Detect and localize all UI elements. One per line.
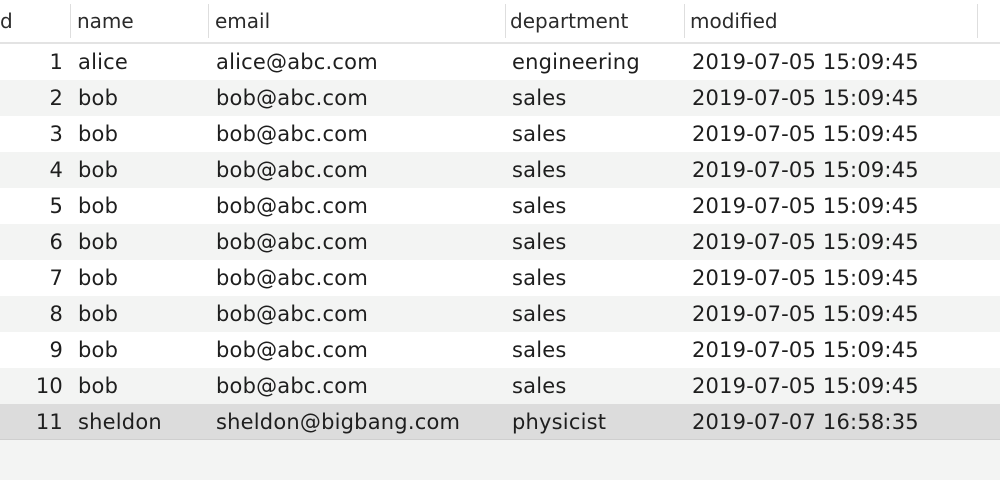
column-resize-handle[interactable] xyxy=(208,4,209,38)
cell-email[interactable]: bob@abc.com xyxy=(216,116,501,152)
column-resize-handle[interactable] xyxy=(977,4,978,38)
cell-modified[interactable]: 2019-07-05 15:09:45 xyxy=(692,332,982,368)
cell-name[interactable]: bob xyxy=(78,368,203,404)
cell-department[interactable]: sales xyxy=(512,188,677,224)
cell-department[interactable]: sales xyxy=(512,332,677,368)
cell-modified[interactable]: 2019-07-05 15:09:45 xyxy=(692,188,982,224)
cell-id[interactable]: 4 xyxy=(0,152,63,188)
cell-department[interactable]: engineering xyxy=(512,44,677,80)
cell-name[interactable]: alice xyxy=(78,44,203,80)
column-header-name[interactable]: name xyxy=(77,0,205,42)
cell-email[interactable]: bob@abc.com xyxy=(216,224,501,260)
table-row[interactable]: 8 bob bob@abc.com sales 2019-07-05 15:09:45 xyxy=(0,296,1000,332)
cell-name[interactable]: bob xyxy=(78,260,203,296)
table-row[interactable]: 3 bob bob@abc.com sales 2019-07-05 15:09:45 xyxy=(0,116,1000,152)
table-row[interactable]: 5 bob bob@abc.com sales 2019-07-05 15:09:45 xyxy=(0,188,1000,224)
grid-header: d name email department modified xyxy=(0,0,1000,44)
cell-modified[interactable]: 2019-07-05 15:09:45 xyxy=(692,152,982,188)
cell-modified[interactable]: 2019-07-05 15:09:45 xyxy=(692,116,982,152)
cell-department[interactable]: sales xyxy=(512,116,677,152)
cell-email[interactable]: bob@abc.com xyxy=(216,332,501,368)
column-resize-handle[interactable] xyxy=(505,4,506,38)
cell-department[interactable]: sales xyxy=(512,296,677,332)
cell-modified[interactable]: 2019-07-05 15:09:45 xyxy=(692,224,982,260)
empty-area xyxy=(0,440,1000,480)
cell-email[interactable]: bob@abc.com xyxy=(216,368,501,404)
cell-department[interactable]: physicist xyxy=(512,404,677,440)
table-row[interactable]: 10 bob bob@abc.com sales 2019-07-05 15:09:45 xyxy=(0,368,1000,404)
cell-name[interactable]: sheldon xyxy=(78,404,203,440)
table-row[interactable]: 7 bob bob@abc.com sales 2019-07-05 15:09:45 xyxy=(0,260,1000,296)
cell-id[interactable]: 10 xyxy=(0,368,63,404)
column-header-department[interactable]: department xyxy=(510,0,680,42)
cell-email[interactable]: bob@abc.com xyxy=(216,152,501,188)
cell-department[interactable]: sales xyxy=(512,80,677,116)
cell-name[interactable]: bob xyxy=(78,188,203,224)
cell-email[interactable]: bob@abc.com xyxy=(216,80,501,116)
table-row[interactable]: 1 alice alice@abc.com engineering 2019-07-05… xyxy=(0,44,1000,80)
column-header-modified[interactable]: modified xyxy=(690,0,974,42)
table-row[interactable]: 6 bob bob@abc.com sales 2019-07-05 15:09:45 xyxy=(0,224,1000,260)
cell-modified[interactable]: 2019-07-05 15:09:45 xyxy=(692,296,982,332)
cell-name[interactable]: bob xyxy=(78,332,203,368)
cell-modified[interactable]: 2019-07-05 15:09:45 xyxy=(692,260,982,296)
grid-body: 1 alice alice@abc.com engineering 2019-07-05… xyxy=(0,44,1000,440)
cell-name[interactable]: bob xyxy=(78,80,203,116)
cell-id[interactable]: 6 xyxy=(0,224,63,260)
cell-name[interactable]: bob xyxy=(78,152,203,188)
cell-department[interactable]: sales xyxy=(512,152,677,188)
cell-name[interactable]: bob xyxy=(78,116,203,152)
column-resize-handle[interactable] xyxy=(70,4,71,38)
cell-id[interactable]: 2 xyxy=(0,80,63,116)
table-row[interactable]: 9 bob bob@abc.com sales 2019-07-05 15:09:45 xyxy=(0,332,1000,368)
cell-id[interactable]: 3 xyxy=(0,116,63,152)
table-row[interactable]: 2 bob bob@abc.com sales 2019-07-05 15:09:45 xyxy=(0,80,1000,116)
cell-email[interactable]: bob@abc.com xyxy=(216,296,501,332)
cell-id[interactable]: 9 xyxy=(0,332,63,368)
cell-id[interactable]: 11 xyxy=(0,404,63,440)
column-resize-handle[interactable] xyxy=(684,4,685,38)
cell-modified[interactable]: 2019-07-07 16:58:35 xyxy=(692,404,982,440)
cell-department[interactable]: sales xyxy=(512,224,677,260)
cell-id[interactable]: 7 xyxy=(0,260,63,296)
results-grid: d name email department modified 1 alice a… xyxy=(0,0,1000,480)
cell-email[interactable]: bob@abc.com xyxy=(216,260,501,296)
cell-modified[interactable]: 2019-07-05 15:09:45 xyxy=(692,368,982,404)
cell-name[interactable]: bob xyxy=(78,296,203,332)
cell-id[interactable]: 5 xyxy=(0,188,63,224)
cell-id[interactable]: 1 xyxy=(0,44,63,80)
cell-name[interactable]: bob xyxy=(78,224,203,260)
cell-modified[interactable]: 2019-07-05 15:09:45 xyxy=(692,44,982,80)
cell-email[interactable]: alice@abc.com xyxy=(216,44,501,80)
cell-department[interactable]: sales xyxy=(512,368,677,404)
cell-modified[interactable]: 2019-07-05 15:09:45 xyxy=(692,80,982,116)
table-row-selected[interactable]: 11 sheldon sheldon@bigbang.com physicist 201… xyxy=(0,404,1000,440)
column-header-id[interactable]: d xyxy=(0,0,66,42)
table-row[interactable]: 4 bob bob@abc.com sales 2019-07-05 15:09:45 xyxy=(0,152,1000,188)
cell-department[interactable]: sales xyxy=(512,260,677,296)
cell-email[interactable]: sheldon@bigbang.com xyxy=(216,404,501,440)
column-header-email[interactable]: email xyxy=(215,0,500,42)
cell-id[interactable]: 8 xyxy=(0,296,63,332)
cell-email[interactable]: bob@abc.com xyxy=(216,188,501,224)
